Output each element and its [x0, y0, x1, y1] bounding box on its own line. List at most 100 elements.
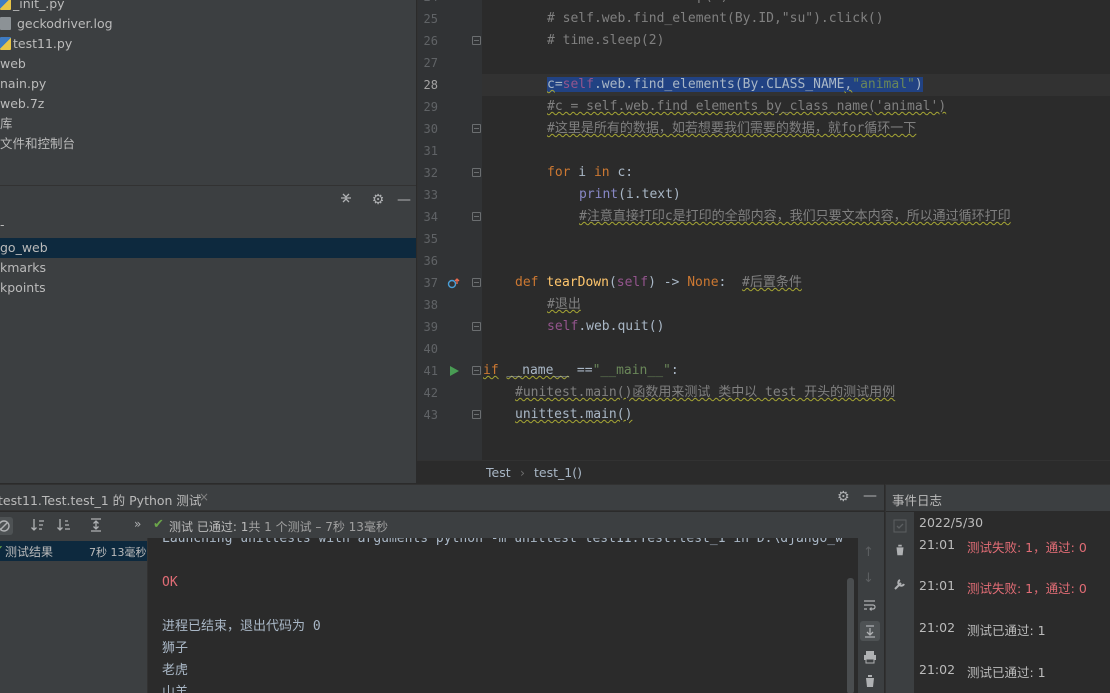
- more-tools-icon[interactable]: »: [134, 516, 141, 532]
- selected-code[interactable]: c=self.web.find_elements(By.CLASS_NAME,"…: [547, 77, 923, 92]
- structure-item-go-web[interactable]: go_web: [0, 238, 416, 258]
- event-message-pass[interactable]: 测试已通过: 1: [967, 620, 1046, 639]
- collapse-all-icon[interactable]: [337, 191, 355, 209]
- structure-item-bookmarks[interactable]: kmarks: [0, 258, 416, 278]
- console-output[interactable]: Launching unittests with arguments pytho…: [148, 538, 858, 693]
- fold-marker-icon[interactable]: [472, 168, 481, 177]
- mark-read-icon[interactable]: [893, 519, 907, 538]
- tree-item-init[interactable]: _init_.py: [0, 0, 65, 14]
- code-line[interactable]: # self.web.find_element(By.ID,"su").clic…: [482, 8, 1110, 30]
- line-number: 24: [418, 0, 438, 8]
- code-line[interactable]: def tearDown(self) -> None: #后置条件: [482, 272, 1110, 294]
- trash-icon[interactable]: [862, 673, 878, 693]
- console-line: Launching unittests with arguments pytho…: [162, 538, 843, 546]
- scroll-up-icon[interactable]: ↑: [863, 545, 874, 561]
- tree-item-geckodriver-log[interactable]: geckodriver.log: [0, 14, 113, 34]
- line-number: 31: [423, 144, 438, 158]
- run-tab-title[interactable]: test11.Test.test_1 的 Python 测试: [0, 490, 201, 509]
- line-number: 37: [423, 276, 438, 290]
- run-panel-header: test11.Test.test_1 的 Python 测试 × ⚙ —: [0, 485, 884, 511]
- sort-by-duration-icon[interactable]: [56, 517, 72, 538]
- code-line[interactable]: # time.sleep(2): [482, 30, 1110, 52]
- minimize-icon[interactable]: —: [395, 191, 413, 209]
- fold-marker-icon[interactable]: [472, 278, 481, 287]
- fold-marker-icon[interactable]: [472, 124, 481, 133]
- line-number: 40: [423, 342, 438, 356]
- event-message-fail[interactable]: 测试失败: 1，通过: 0: [967, 578, 1087, 597]
- code-line[interactable]: #这里是所有的数据，如若想要我们需要的数据，就for循环一下: [482, 118, 1110, 140]
- code-line[interactable]: [482, 52, 1110, 74]
- event-message-fail[interactable]: 测试失败: 1，通过: 0: [967, 537, 1087, 556]
- soft-wrap-icon[interactable]: [862, 597, 878, 618]
- scroll-to-end-icon[interactable]: [860, 621, 880, 641]
- line-number: 33: [423, 188, 438, 202]
- tree-item-web-7z[interactable]: web.7z: [0, 94, 44, 114]
- console-line-exit: 进程已结束，退出代码为 0: [162, 619, 321, 634]
- tree-item-main[interactable]: nain.py: [0, 74, 46, 94]
- code-line[interactable]: [482, 228, 1110, 250]
- log-file-icon: [0, 17, 11, 30]
- fold-marker-icon[interactable]: [472, 410, 481, 419]
- event-time: 21:01: [919, 578, 956, 593]
- line-number: 26: [423, 34, 438, 48]
- structure-item-breakpoints[interactable]: kpoints: [0, 278, 416, 298]
- code-line[interactable]: [482, 140, 1110, 162]
- tree-item-libraries[interactable]: 库: [0, 114, 13, 134]
- code-line[interactable]: # time.sleep(1): [482, 0, 1110, 8]
- scroll-down-icon[interactable]: ↓: [863, 571, 874, 587]
- code-line[interactable]: [482, 338, 1110, 360]
- console-side-toolbar: ↑ ↓: [858, 538, 884, 693]
- fold-marker-icon[interactable]: [472, 36, 481, 45]
- code-line[interactable]: print(i.text): [482, 184, 1110, 206]
- run-arrow-icon[interactable]: [448, 365, 460, 377]
- line-number: 35: [423, 232, 438, 246]
- test-results-item[interactable]: ✔ 测试结果 7秒 13毫秒: [0, 541, 147, 561]
- line-number-current: 28: [423, 78, 438, 92]
- print-icon[interactable]: [862, 649, 878, 670]
- minimize-icon[interactable]: —: [863, 488, 877, 504]
- code-line[interactable]: #unitest.main()函数用来测试 类中以 test 开头的测试用例: [482, 382, 1110, 404]
- code-editor[interactable]: 24 25 26 27 28 29 30 31 32 33 34 35 36 3…: [417, 0, 1110, 460]
- editor-gutter: 24 25 26 27 28 29 30 31 32 33 34 35 36 3…: [418, 0, 482, 460]
- breadcrumb-method[interactable]: test_1(): [534, 465, 582, 480]
- trash-icon[interactable]: [893, 543, 907, 562]
- line-number: 34: [423, 210, 438, 224]
- expand-all-icon[interactable]: [88, 517, 104, 538]
- fold-marker-icon[interactable]: [472, 366, 481, 375]
- code-line[interactable]: for i in c:: [482, 162, 1110, 184]
- event-log-title[interactable]: 事件日志: [892, 490, 942, 509]
- fold-marker-icon[interactable]: [472, 212, 481, 221]
- code-line[interactable]: #退出: [482, 294, 1110, 316]
- fold-marker-icon[interactable]: [472, 322, 481, 331]
- close-tab-icon[interactable]: ×: [199, 490, 209, 504]
- line-number: 25: [423, 12, 438, 26]
- gear-icon[interactable]: ⚙: [369, 191, 387, 209]
- wrench-icon[interactable]: [893, 577, 907, 596]
- code-line[interactable]: #c = self.web.find_elements_by_class_nam…: [482, 96, 1110, 118]
- code-line[interactable]: if __name__ =="__main__":: [482, 360, 1110, 382]
- gear-icon[interactable]: ⚙: [837, 489, 850, 505]
- code-line[interactable]: #注意直接打印c是打印的全部内容，我们只要文本内容，所以通过循环打印: [482, 206, 1110, 228]
- structure-dash: -: [0, 217, 5, 232]
- tree-item-scratches[interactable]: 文件和控制台: [0, 134, 75, 154]
- event-time: 21:01: [919, 537, 956, 552]
- override-method-icon[interactable]: [447, 277, 460, 290]
- code-line-current[interactable]: c=self.web.find_elements(By.CLASS_NAME,"…: [482, 74, 1110, 96]
- line-number: 29: [423, 100, 438, 114]
- stop-filter-icon[interactable]: [0, 517, 13, 535]
- tree-item-test11[interactable]: test11.py: [0, 34, 72, 54]
- sort-alphabetically-icon[interactable]: [30, 517, 46, 538]
- event-message-pass[interactable]: 测试已通过: 1: [967, 662, 1046, 681]
- line-number: 43: [423, 408, 438, 422]
- code-line[interactable]: self.web.quit(): [482, 316, 1110, 338]
- event-log-toolbar: [886, 512, 914, 693]
- code-line[interactable]: unittest.main(): [482, 404, 1110, 426]
- line-number: 42: [423, 386, 438, 400]
- event-log-panel: 事件日志 2022/5/30 21:01 测试失败: 1，通过: 0 21:01…: [885, 484, 1110, 693]
- run-panel: test11.Test.test_1 的 Python 测试 × ⚙ — » ✔…: [0, 484, 884, 693]
- breadcrumb-class[interactable]: Test: [486, 465, 511, 480]
- code-line[interactable]: [482, 250, 1110, 272]
- console-scrollbar[interactable]: [847, 578, 854, 693]
- tree-item-web[interactable]: web: [0, 54, 26, 74]
- line-number: 32: [423, 166, 438, 180]
